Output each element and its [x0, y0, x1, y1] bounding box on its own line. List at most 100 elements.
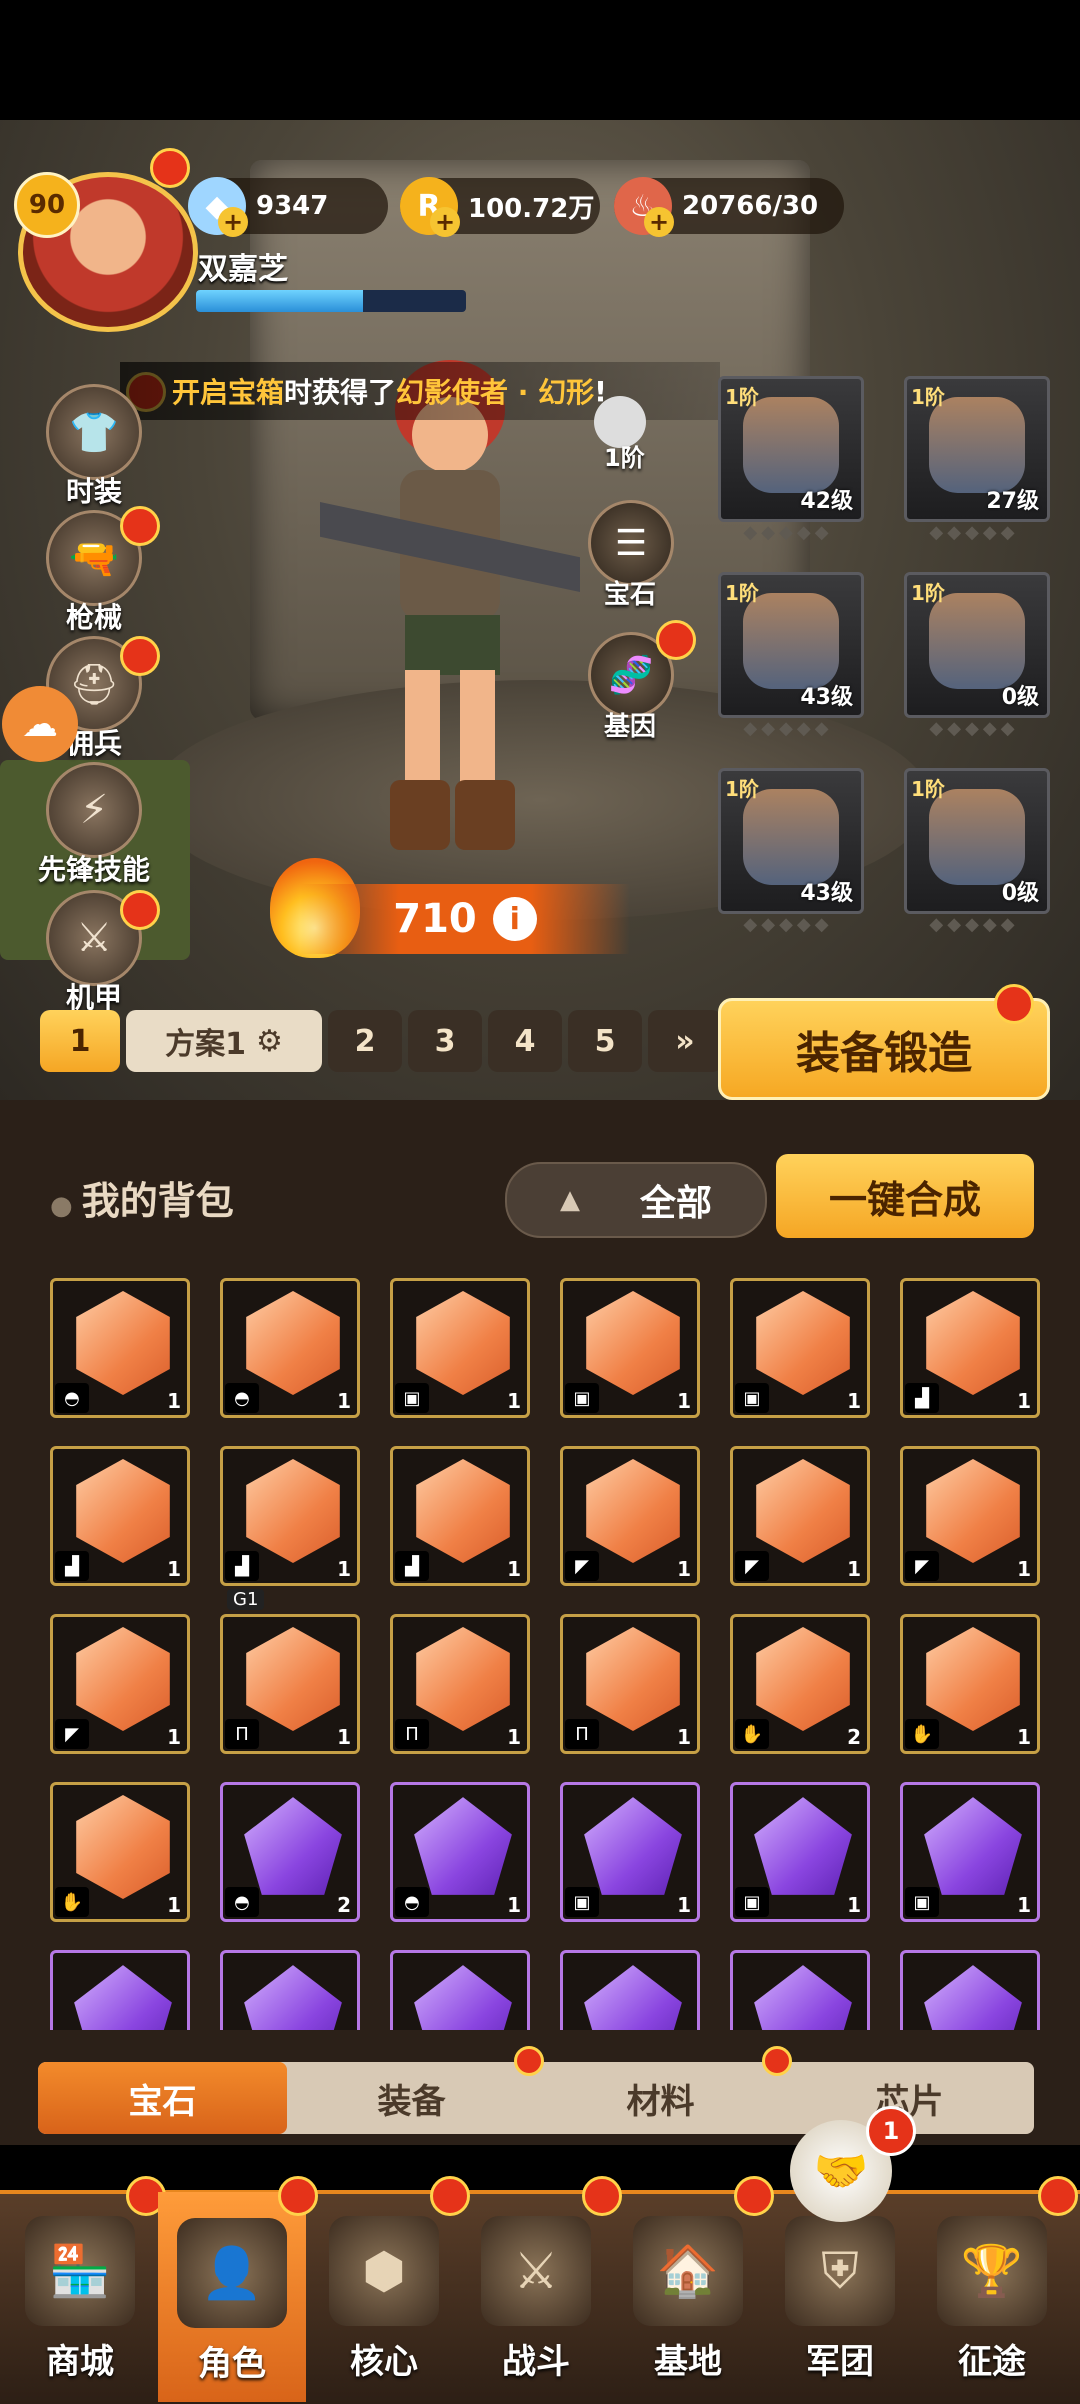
- preset-name[interactable]: 方案1 ⚙: [126, 1010, 322, 1072]
- preset-more[interactable]: »: [648, 1010, 722, 1072]
- triangle-up-icon: ▲: [559, 1185, 580, 1215]
- item-count: 2: [337, 1893, 351, 1917]
- preset-2[interactable]: 2: [328, 1010, 402, 1072]
- gem-item[interactable]: [900, 1950, 1040, 2030]
- gem-item[interactable]: ✋ 1: [900, 1614, 1040, 1754]
- diamond-currency[interactable]: ◆ + 9347: [188, 177, 388, 237]
- gem-item[interactable]: Π1: [560, 1614, 700, 1754]
- preset-3[interactable]: 3: [408, 1010, 482, 1072]
- item-count: 1: [677, 1557, 691, 1581]
- gem-item[interactable]: ◤ 1: [900, 1446, 1040, 1586]
- nav-base[interactable]: 🏠 基地: [614, 2190, 762, 2400]
- gem-icon: [244, 1965, 342, 2030]
- gem-icon: [74, 1965, 172, 2030]
- gem-icon: [414, 1797, 512, 1895]
- equip-slot-armor[interactable]: 1阶 43级: [718, 572, 864, 718]
- nav-battle[interactable]: ⚔ 战斗: [462, 2190, 610, 2400]
- slot-type-icon: Π: [565, 1719, 599, 1749]
- item-count: 1: [337, 1557, 351, 1581]
- gem-icon: [586, 1627, 680, 1731]
- slot-type-icon: ◤: [905, 1551, 939, 1581]
- nav-journey[interactable]: 🏆 征途: [918, 2190, 1066, 2400]
- gem-item[interactable]: ▣ 1: [560, 1278, 700, 1418]
- pants-icon: [929, 593, 1025, 689]
- gem-item[interactable]: [390, 1950, 530, 2030]
- slot-type-icon: Π: [395, 1719, 429, 1749]
- nav-shop[interactable]: 🏪 商城: [6, 2190, 154, 2400]
- item-count: 1: [1017, 1557, 1031, 1581]
- forge-notification-dot: [994, 984, 1034, 1024]
- base-icon: 🏠: [633, 2216, 743, 2326]
- gene-label: 基因: [603, 712, 656, 742]
- gem-button[interactable]: ☰ 宝石: [588, 500, 674, 611]
- equip-slot-helmet[interactable]: 1阶 42级: [718, 376, 864, 522]
- gem-icon: [414, 1965, 512, 2030]
- gem-item[interactable]: ◤ 1: [50, 1614, 190, 1754]
- notice-item: 幻影使者 · 幻形: [396, 376, 595, 409]
- gem-item[interactable]: ◓ 1: [220, 1278, 360, 1418]
- gem-item[interactable]: [730, 1950, 870, 2030]
- preset-4[interactable]: 4: [488, 1010, 562, 1072]
- preset-5[interactable]: 5: [568, 1010, 642, 1072]
- player-name: 双嘉芝: [198, 252, 288, 287]
- shop-icon: 🏪: [25, 2216, 135, 2326]
- tab-equipment[interactable]: 装备: [287, 2062, 536, 2134]
- gem-item[interactable]: [220, 1950, 360, 2030]
- bag-title: ● 我的背包: [50, 1170, 234, 1225]
- gem-item[interactable]: ▟ 1: [900, 1278, 1040, 1418]
- gem-item[interactable]: [50, 1950, 190, 2030]
- equip-slot-boots[interactable]: 1阶 43级: [718, 768, 864, 914]
- gem-item[interactable]: ▟ 1: [220, 1446, 360, 1586]
- boots-icon: [743, 789, 839, 885]
- gem-label: 宝石: [603, 580, 656, 610]
- gem-item[interactable]: ▣ 1: [390, 1278, 530, 1418]
- stamina-currency[interactable]: ♨ + 20766/30: [614, 177, 844, 237]
- gem-item[interactable]: ▣ 1: [730, 1782, 870, 1922]
- gem-item[interactable]: ◤ 1: [560, 1446, 700, 1586]
- gloves-icon: [929, 789, 1025, 885]
- plus-icon[interactable]: +: [430, 207, 460, 237]
- menu-vanguard-skill[interactable]: ⚡ 先锋技能: [34, 762, 154, 888]
- gear-icon[interactable]: ⚙: [256, 1024, 283, 1059]
- floating-assistant-icon[interactable]: ☁: [2, 686, 78, 762]
- item-count: 1: [167, 1725, 181, 1749]
- gem-item[interactable]: ✋ 2: [730, 1614, 870, 1754]
- gem-item[interactable]: ▟ 1: [50, 1446, 190, 1586]
- equip-slot-bracer[interactable]: 1阶 27级: [904, 376, 1050, 522]
- gem-item[interactable]: ▣ 1: [900, 1782, 1040, 1922]
- slot-level: 43级: [800, 685, 853, 710]
- nav-label: 角色: [198, 2344, 266, 2384]
- filter-dropdown[interactable]: ▲ 全部: [505, 1162, 767, 1238]
- slot-tier: 1阶: [911, 777, 945, 801]
- gem-item[interactable]: ◓ 1: [390, 1782, 530, 1922]
- equip-slot-gloves[interactable]: 1阶 0级: [904, 768, 1050, 914]
- gem-item[interactable]: ▣ 1: [560, 1782, 700, 1922]
- equip-slot-pants[interactable]: 1阶 0级: [904, 572, 1050, 718]
- nav-character[interactable]: 👤 角色: [158, 2192, 306, 2402]
- gem-item[interactable]: [560, 1950, 700, 2030]
- gem-item[interactable]: Π 1 G1: [220, 1589, 360, 1754]
- coin-count: 100.72万: [468, 193, 595, 224]
- info-icon[interactable]: i: [492, 897, 537, 941]
- menu-label: 先锋技能: [37, 853, 150, 886]
- gem-item[interactable]: Π1: [390, 1614, 530, 1754]
- menu-costume[interactable]: 👕 时装: [34, 384, 154, 510]
- gem-item[interactable]: ◤ 1: [730, 1446, 870, 1586]
- slot-level: 0级: [1001, 685, 1039, 710]
- gem-item[interactable]: ◓ 2: [220, 1782, 360, 1922]
- nav-core[interactable]: ⬢ 核心: [310, 2190, 458, 2400]
- coin-currency[interactable]: R + 100.72万: [400, 177, 600, 237]
- plus-icon[interactable]: +: [218, 207, 248, 237]
- gem-item[interactable]: ▣ 1: [730, 1278, 870, 1418]
- gem-icon: [584, 1797, 682, 1895]
- auto-merge-button[interactable]: 一键合成: [776, 1154, 1034, 1238]
- gem-item[interactable]: ▟ 1: [390, 1446, 530, 1586]
- slot-tier: 1阶: [725, 581, 759, 605]
- slot-rank-dots: ◆◆◆◆◆: [929, 522, 1019, 543]
- gem-item[interactable]: ◓ 1: [50, 1278, 190, 1418]
- tab-materials[interactable]: 材料: [536, 2062, 785, 2134]
- tab-gems[interactable]: 宝石: [38, 2062, 287, 2134]
- preset-active[interactable]: 1: [40, 1010, 120, 1072]
- plus-icon[interactable]: +: [644, 207, 674, 237]
- gem-item[interactable]: ✋ 1: [50, 1782, 190, 1922]
